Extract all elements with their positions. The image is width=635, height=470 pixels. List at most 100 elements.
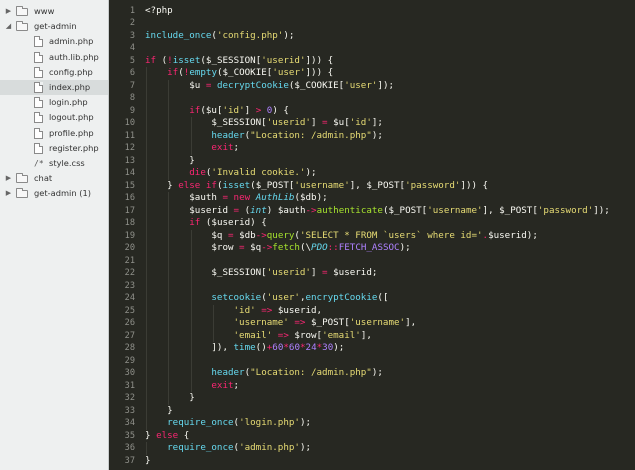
disclosure-expanded-icon[interactable]: ◢ [4, 19, 13, 34]
file-icon [34, 112, 43, 124]
code-line[interactable]: ]), time()+60*60*24*30); [145, 342, 344, 355]
code-token: 'Invalid cookie.' [211, 167, 306, 178]
tree-item-login-php[interactable]: login.php [0, 95, 108, 110]
code-editor[interactable]: 1 2 3 4 5 6 7 8 9 10 11 12 13 14 15 16 17 18 19 20 21 22 23 24 2… [109, 0, 635, 470]
line-number: 2 [129, 18, 135, 28]
code-token: 'email' [322, 329, 361, 341]
code-line[interactable]: $u = decryptCookie($_COOKIE['user']); [145, 80, 394, 93]
code-token: ) $auth [266, 204, 306, 216]
line-number: 31 [124, 380, 135, 391]
disclosure-collapsed-icon[interactable]: ▶ [4, 171, 13, 186]
code-line[interactable]: <?php [145, 5, 173, 18]
code-line[interactable]: setcookie('user',encryptCookie([ [145, 292, 388, 305]
code-line[interactable]: 'email' => $row['email'], [145, 330, 372, 343]
code-token: 'id' [349, 117, 372, 128]
code-token: ])) { [460, 179, 489, 191]
code-line[interactable]: 'id' => $userid, [145, 304, 323, 318]
code-line[interactable]: $q = $db->query('SELECT * FROM `users` w… [145, 229, 538, 243]
disclosure-collapsed-icon[interactable]: ▶ [4, 4, 13, 19]
tree-item-get-admin[interactable]: ◢ get-admin [0, 19, 108, 34]
code-token: 'SELECT * FROM `users` where id=' [299, 229, 483, 241]
code-line[interactable]: if(!empty($_COOKIE['user'])) { [145, 67, 333, 80]
code-token: } [145, 179, 179, 191]
code-token: setcookie [211, 292, 262, 303]
code-line[interactable]: 'username' => $_POST['username'], [145, 317, 417, 330]
disclosure-collapsed-icon[interactable]: ▶ [4, 186, 13, 201]
code-token: $userid; [327, 267, 378, 278]
tree-item-profile-php[interactable]: profile.php [0, 126, 108, 141]
tree-item-logout-php[interactable]: logout.php [0, 110, 108, 125]
line-number: 19 [124, 230, 135, 241]
tree-item-chat[interactable]: ▶ chat [0, 171, 108, 186]
code-line[interactable]: $_SESSION['userid'] = $userid; [145, 267, 377, 280]
code-token: ($_COOKIE[ [288, 79, 345, 91]
code-token: 'userid' [266, 267, 311, 278]
code-line[interactable]: } else { [145, 430, 189, 443]
code-line[interactable]: exit; [145, 380, 239, 393]
code-token: ); [399, 242, 411, 253]
code-token: ]), [145, 342, 234, 353]
folder-icon [16, 173, 28, 184]
file-tree-sidebar[interactable]: ▶ www ◢ get-admin admin.php auth.lib.php confi… [0, 0, 109, 470]
code-line[interactable]: $_SESSION['userid'] = $u['id']; [145, 117, 383, 130]
tree-item-label: style.css [49, 157, 85, 168]
code-token: PDO [311, 242, 328, 253]
code-line[interactable]: require_once('admin.php'); [145, 442, 311, 455]
code-token: ($_COOKIE[ [216, 67, 273, 78]
code-line[interactable]: if($u['id'] > 0) { [145, 105, 289, 118]
code-line[interactable]: } [145, 405, 173, 418]
code-token: ); [333, 342, 345, 353]
tree-item-admin-php[interactable]: admin.php [0, 34, 108, 49]
code-token: if [145, 54, 157, 66]
tree-item-www[interactable]: ▶ www [0, 4, 108, 19]
code-token: 'username' [349, 317, 406, 328]
tree-item-register-php[interactable]: register.php [0, 141, 108, 156]
code-line[interactable]: } [145, 455, 151, 468]
code-line[interactable]: $auth = new AuthLib($db); [145, 192, 327, 205]
code-token: $userid); [488, 229, 538, 241]
line-number: 33 [124, 405, 135, 416]
tree-item-get-admin-1-[interactable]: ▶ get-admin (1) [0, 186, 108, 201]
tree-item-index-php[interactable]: index.php [0, 79, 108, 96]
code-area[interactable]: <?php include_once('config.php');if (!iss… [145, 0, 635, 470]
code-line[interactable]: $userid = (int) $auth->authenticate($_PO… [145, 205, 610, 218]
code-token: "Location: /admin.php" [250, 367, 372, 378]
code-line[interactable]: die('Invalid cookie.'); [145, 167, 316, 180]
code-token: 'admin.php' [239, 442, 300, 453]
line-number-gutter: 1 2 3 4 5 6 7 8 9 10 11 12 13 14 15 16 17 18 19 20 21 22 23 24 2… [109, 0, 141, 470]
code-line[interactable]: require_once('login.php'); [145, 417, 311, 430]
line-number: 25 [124, 305, 135, 316]
code-line[interactable]: } [145, 392, 195, 405]
code-line[interactable]: header("Location: /admin.php"); [145, 367, 383, 380]
file-icon [34, 36, 43, 48]
code-token: $userid, [272, 304, 323, 316]
code-line[interactable]: } else if(isset($_POST['username'], $_PO… [145, 180, 488, 193]
code-token: isset [222, 179, 251, 191]
line-number: 3 [129, 30, 135, 41]
tree-item-style-css[interactable]: /* style.css [0, 156, 108, 171]
tree-item-auth-lib-php[interactable]: auth.lib.php [0, 50, 108, 65]
code-line[interactable]: $row = $q->fetch(\PDO::FETCH_ASSOC); [145, 242, 411, 255]
line-number: 7 [129, 80, 135, 91]
code-token: include_once [145, 29, 212, 41]
code-line[interactable]: if ($userid) { [145, 217, 266, 230]
code-line[interactable]: if (!isset($_SESSION['userid'])) { [145, 55, 333, 68]
code-line[interactable]: header("Location: /admin.php"); [145, 130, 383, 143]
code-line[interactable]: } [145, 155, 195, 168]
code-line[interactable]: exit; [145, 142, 239, 155]
code-token: ) { [272, 104, 289, 116]
code-token: $q [145, 229, 228, 241]
file-icon [34, 97, 43, 109]
code-token: 'userid' [266, 117, 311, 128]
code-token: 60 [288, 342, 300, 353]
code-token: (\ [299, 242, 312, 253]
tree-item-config-php[interactable]: config.php [0, 65, 108, 80]
code-line[interactable]: include_once('config.php'); [145, 30, 294, 43]
line-number: 34 [124, 418, 135, 428]
code-token: -> [255, 229, 267, 241]
line-number: 30 [124, 368, 135, 378]
code-token: ); [371, 129, 383, 141]
